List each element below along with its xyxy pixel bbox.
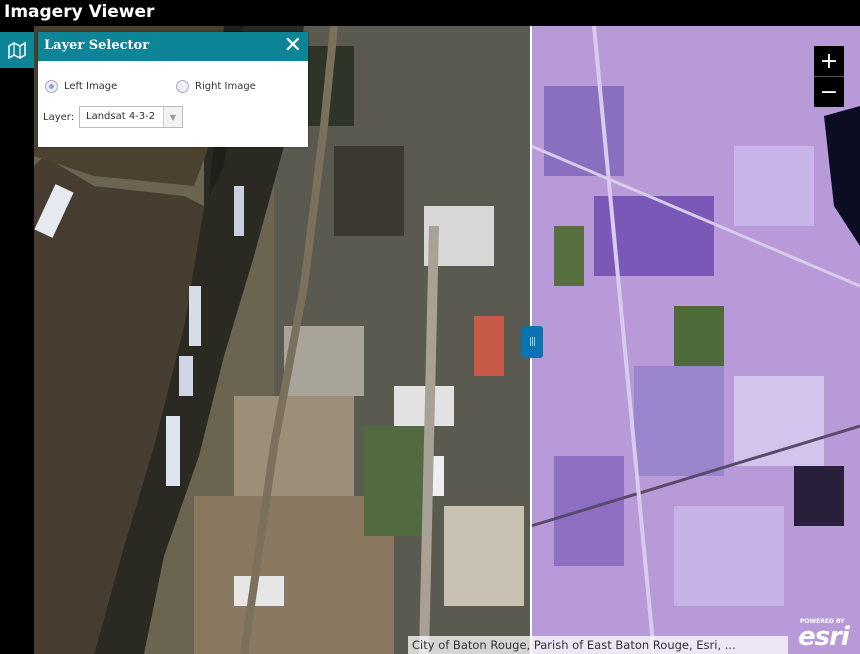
panel-header: Layer Selector ✕ (38, 32, 308, 61)
map-layers-icon (8, 41, 26, 59)
close-icon[interactable]: ✕ (284, 33, 302, 58)
building (444, 506, 524, 606)
left-image-radio[interactable] (45, 80, 58, 93)
title-bar: Imagery Viewer (0, 0, 860, 26)
left-image-option[interactable]: Left Image (45, 80, 117, 93)
right-image-radio[interactable] (176, 80, 189, 93)
zoom-in-button[interactable]: + (814, 46, 844, 77)
side-rail (0, 26, 34, 654)
zoom-out-button[interactable]: − (814, 77, 844, 107)
urban-block (674, 506, 784, 606)
map-attribution[interactable]: City of Baton Rouge, Parish of East Bato… (408, 636, 788, 654)
vegetation-patch (554, 226, 584, 286)
urban-block (544, 86, 624, 176)
shadow-block (794, 466, 844, 526)
barge (234, 186, 244, 236)
urban-block (734, 376, 824, 466)
building (474, 316, 504, 376)
panel-title: Layer Selector (44, 38, 150, 53)
urban-block (364, 426, 424, 536)
right-image-option[interactable]: Right Image (176, 80, 256, 93)
layer-selector-panel: Layer Selector ✕ Left Image Right Image … (38, 32, 308, 147)
barge (189, 286, 201, 346)
layer-dropdown-value: Landsat 4-3-2 (86, 111, 156, 122)
vegetation-patch (674, 306, 724, 366)
urban-block (734, 146, 814, 226)
building (234, 576, 284, 606)
urban-block (334, 146, 404, 236)
chevron-down-icon[interactable]: ▼ (163, 107, 182, 127)
barge (179, 356, 193, 396)
layer-label: Layer: (43, 112, 75, 123)
app-title: Imagery Viewer (4, 2, 155, 22)
urban-block (554, 456, 624, 566)
layer-selector-button[interactable] (0, 32, 34, 68)
barge (166, 416, 180, 486)
urban-block (634, 366, 724, 476)
left-image-label[interactable]: Left Image (64, 81, 117, 92)
building (394, 386, 454, 426)
esri-logo-text: esri (798, 622, 850, 652)
layer-dropdown[interactable]: Landsat 4-3-2 ▼ (79, 106, 183, 128)
right-image-label[interactable]: Right Image (195, 81, 256, 92)
swipe-handle[interactable]: ||| (521, 326, 543, 358)
esri-logo[interactable]: POWERED BY esri (796, 617, 858, 653)
